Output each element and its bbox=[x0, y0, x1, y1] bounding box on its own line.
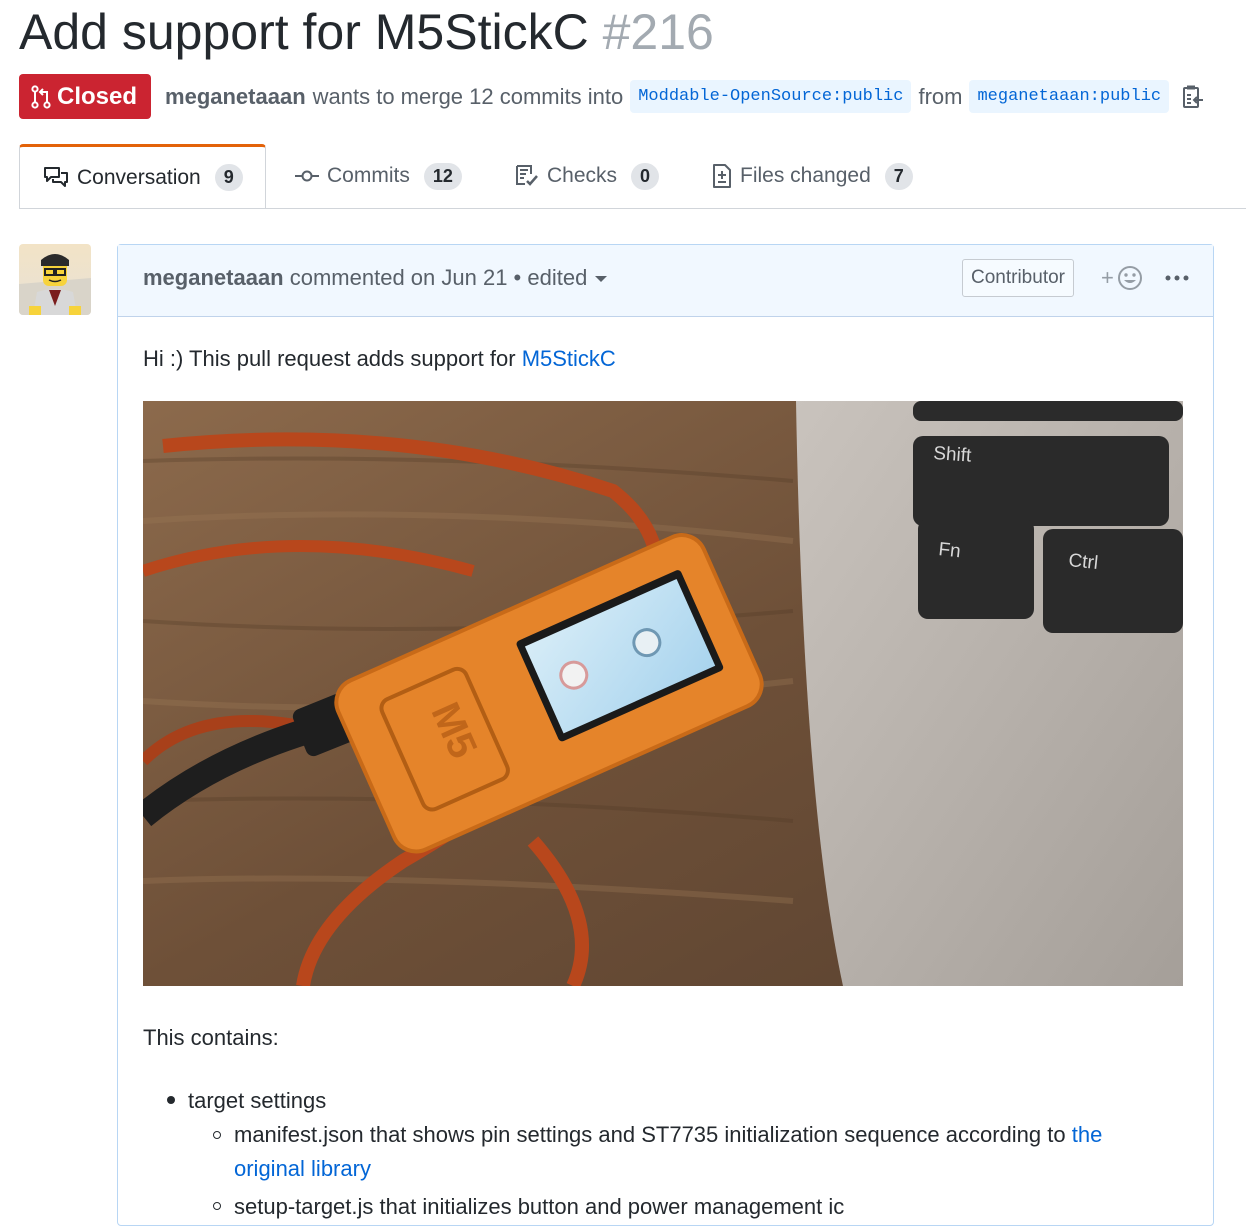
fn-key-label: Fn bbox=[937, 539, 961, 562]
state-label: Closed bbox=[57, 82, 138, 110]
comment-discussion-icon bbox=[43, 166, 69, 190]
bullet-disc-icon bbox=[167, 1096, 175, 1104]
tab-label: Commits bbox=[327, 164, 410, 187]
tab-counter: 12 bbox=[423, 162, 462, 190]
shift-key-label: Shift bbox=[933, 443, 973, 467]
tab-counter: 0 bbox=[631, 162, 660, 190]
state-badge: Closed bbox=[19, 74, 152, 119]
list-item: target settings bbox=[188, 1088, 327, 1113]
comment-timestamp[interactable]: commented on Jun 21 • edited bbox=[290, 265, 588, 290]
tab-files-changed[interactable]: Files changed 7 bbox=[712, 145, 913, 207]
smiley-icon bbox=[1117, 266, 1142, 290]
m5stickc-link[interactable]: M5StickC bbox=[522, 346, 616, 371]
pr-author-link[interactable]: meganetaaan bbox=[165, 84, 306, 110]
intro-text: Hi :) This pull request adds support for bbox=[143, 346, 516, 371]
pull-request-icon bbox=[31, 84, 51, 109]
tab-counter: 9 bbox=[214, 164, 243, 191]
tab-checks[interactable]: Checks 0 bbox=[515, 145, 660, 207]
caret-down-icon[interactable] bbox=[595, 276, 608, 283]
file-diff-icon bbox=[712, 163, 732, 189]
tab-label: Conversation bbox=[77, 165, 201, 189]
ctrl-key-label: Ctrl bbox=[1067, 550, 1099, 574]
tab-label: Checks bbox=[547, 164, 618, 187]
base-branch[interactable]: Moddable-OpenSource:public bbox=[630, 80, 912, 113]
git-commit-icon bbox=[295, 169, 319, 183]
list-item-text: manifest.json that shows pin settings an… bbox=[234, 1122, 1066, 1147]
clipboard-icon[interactable] bbox=[1182, 84, 1204, 110]
list-item: setup-target.js that initializes button … bbox=[234, 1194, 845, 1219]
tab-counter: 7 bbox=[884, 162, 913, 190]
merge-info: meganetaaan wants to merge 12 commits in… bbox=[165, 80, 1204, 113]
pr-title-text: Add support for M5StickC bbox=[19, 4, 589, 60]
device-photo[interactable]: Shift Fn Ctrl M5 bbox=[143, 401, 1183, 986]
head-branch[interactable]: meganetaaan:public bbox=[969, 80, 1170, 113]
add-reaction-button[interactable]: + bbox=[1101, 264, 1144, 292]
pr-number: #216 bbox=[602, 4, 714, 60]
intro-paragraph: Hi :) This pull request adds support for… bbox=[143, 346, 616, 372]
merge-text: wants to merge 12 commits into bbox=[312, 83, 624, 109]
tab-conversation[interactable]: Conversation 9 bbox=[19, 144, 266, 208]
comment-box: meganetaaan commented on Jun 21 • edited… bbox=[117, 244, 1214, 1226]
contributor-label: Contributor bbox=[962, 259, 1074, 297]
pr-title: Add support for M5StickC #216 bbox=[19, 2, 714, 62]
contains-heading: This contains: bbox=[143, 1025, 279, 1050]
list-item: manifest.json that shows pin settings an… bbox=[234, 1118, 1174, 1186]
from-text: from bbox=[918, 83, 963, 109]
comment-header: meganetaaan commented on Jun 21 • edited… bbox=[118, 245, 1213, 317]
pr-tabs: Conversation 9 Commits 12 Checks 0 Files… bbox=[19, 144, 1246, 209]
checklist-icon bbox=[515, 164, 539, 188]
bullet-circle-icon bbox=[213, 1202, 221, 1210]
kebab-horizontal-icon[interactable] bbox=[1164, 265, 1190, 291]
plus-text: + bbox=[1101, 265, 1114, 290]
avatar[interactable] bbox=[19, 244, 91, 315]
bullet-circle-icon bbox=[213, 1131, 221, 1139]
pr-meta: Closed meganetaaan wants to merge 12 com… bbox=[19, 74, 1204, 119]
tab-commits[interactable]: Commits 12 bbox=[295, 145, 462, 207]
tab-label: Files changed bbox=[740, 164, 871, 187]
comment-author[interactable]: meganetaaan bbox=[143, 265, 284, 290]
comment-meta: meganetaaan commented on Jun 21 • edited bbox=[143, 265, 608, 291]
